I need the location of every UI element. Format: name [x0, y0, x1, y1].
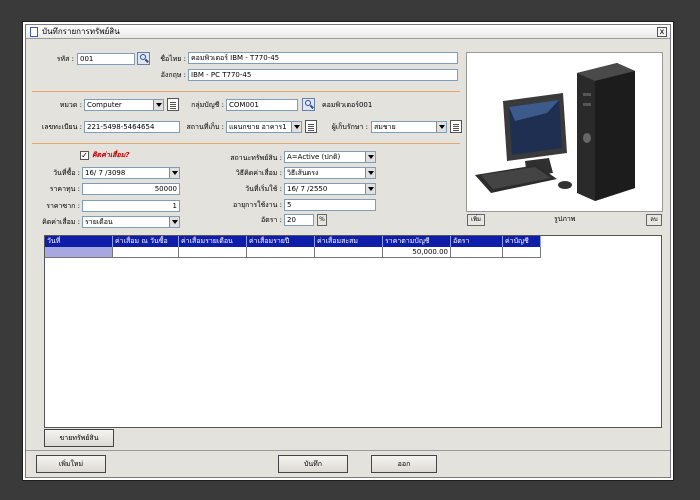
- rate-label: อัตรา :: [260, 216, 282, 224]
- status-value: A=Active (ปกติ): [287, 153, 341, 161]
- table-cell[interactable]: [179, 247, 247, 258]
- new-button[interactable]: เพิ่มใหม่: [36, 455, 106, 473]
- chevron-down-icon: [365, 168, 375, 178]
- chevron-down-icon: [153, 100, 163, 110]
- serial-field[interactable]: 221-5498-5464654: [84, 121, 180, 133]
- serial-label: เลขทะเบียน :: [41, 123, 82, 131]
- chevron-down-icon: [169, 217, 179, 227]
- salvage-label: ราคาซาก :: [46, 202, 80, 210]
- footer-divider: [26, 450, 670, 451]
- account-group-label: กลุ่มบัญชี :: [191, 101, 224, 109]
- table-cell[interactable]: 50,000.00: [383, 247, 451, 258]
- life-field[interactable]: 5: [284, 199, 376, 211]
- custodian-label: ผู้เก็บรักษา :: [331, 123, 368, 131]
- table-cell[interactable]: [503, 247, 541, 258]
- name-th-field[interactable]: คอมพิวเตอร์ IBM - T770-45: [188, 52, 458, 64]
- save-button[interactable]: บันทึก: [278, 455, 348, 473]
- table-header: วันที่ ค่าเสื่อม ณ วันซื้อ ค่าเสื่อมรายเ…: [45, 236, 661, 247]
- section-separator: [32, 91, 460, 92]
- window-title: บันทึกรายการทรัพย์สิน: [42, 27, 120, 36]
- status-select[interactable]: A=Active (ปกติ): [284, 151, 376, 163]
- location-label: สถานที่เก็บ :: [186, 123, 225, 131]
- calc-depreciation-checkbox[interactable]: ✓: [80, 151, 89, 160]
- column-header: ราคาตามบัญชี: [383, 236, 451, 247]
- column-header: อัตรา: [451, 236, 503, 247]
- method-label: วิธีคิดค่าเสื่อม :: [235, 169, 282, 177]
- account-group-search-button[interactable]: [302, 98, 315, 111]
- form-icon: [30, 27, 38, 37]
- title-bar: บันทึกรายการทรัพย์สิน x: [26, 25, 670, 39]
- table-cell[interactable]: [113, 247, 179, 258]
- exit-button[interactable]: ออก: [371, 455, 437, 473]
- period-value: รายเดือน: [85, 218, 113, 226]
- chevron-down-icon: [365, 184, 375, 194]
- asset-photo: [466, 52, 663, 212]
- close-button[interactable]: x: [657, 27, 667, 37]
- code-search-button[interactable]: [137, 52, 150, 65]
- depreciation-table[interactable]: วันที่ ค่าเสื่อม ณ วันซื้อ ค่าเสื่อมรายเ…: [44, 235, 662, 428]
- purchase-date-picker[interactable]: 16/ 7 /3098: [82, 167, 180, 179]
- custodian-select[interactable]: สมชาย: [371, 121, 447, 133]
- calc-depreciation-label: คิดค่าเสื่อม?: [92, 151, 130, 159]
- add-photo-button[interactable]: เพิ่ม: [467, 214, 485, 226]
- category-label: หมวด :: [59, 101, 82, 109]
- table-cell[interactable]: [315, 247, 383, 258]
- chevron-down-icon: [365, 152, 375, 162]
- cost-label: ราคาทุน :: [49, 185, 80, 193]
- name-en-field[interactable]: IBM - PC T770-45: [188, 69, 458, 81]
- desktop-computer-icon: [467, 53, 662, 211]
- chevron-down-icon: [436, 122, 446, 132]
- table-cell[interactable]: [45, 247, 113, 258]
- column-header: ค่าเสื่อมรายปี: [247, 236, 315, 247]
- location-value: แผนกขาย อาคาร1: [229, 123, 287, 131]
- category-value: Computer: [87, 101, 122, 109]
- method-value: วิธีเส้นตรง: [287, 169, 319, 177]
- column-header: ค่าเสื่อมรายเดือน: [179, 236, 247, 247]
- start-date-label: วันที่เริ่มใช้ :: [245, 185, 282, 193]
- start-date-value: 16/ 7 /2550: [287, 185, 328, 193]
- delete-photo-button[interactable]: ลบ: [646, 214, 662, 226]
- table-cell[interactable]: [451, 247, 503, 258]
- account-group-name: คอมพิวเตอร์001: [322, 101, 373, 109]
- column-header: ค่าเสื่อม ณ วันซื้อ: [113, 236, 179, 247]
- period-select[interactable]: รายเดือน: [82, 216, 180, 228]
- code-label: รหัส :: [56, 55, 74, 63]
- location-select[interactable]: แผนกขาย อาคาร1: [226, 121, 302, 133]
- life-label: อายุการใช้งาน :: [232, 201, 282, 209]
- location-lookup-button[interactable]: [305, 120, 317, 133]
- custodian-lookup-button[interactable]: [450, 120, 462, 133]
- account-group-field[interactable]: COM001: [226, 99, 298, 111]
- method-select[interactable]: วิธีเส้นตรง: [284, 167, 376, 179]
- chevron-down-icon: [291, 122, 301, 132]
- purchase-date-value: 16/ 7 /3098: [85, 169, 126, 177]
- name-th-label: ชื่อไทย :: [160, 55, 186, 63]
- photo-caption: รูปภาพ: [554, 215, 576, 223]
- rate-field[interactable]: 20: [284, 214, 314, 226]
- status-label: สถานะทรัพย์สิน :: [230, 154, 282, 162]
- rate-unit: %: [317, 214, 327, 226]
- code-field[interactable]: 001: [77, 53, 135, 65]
- column-header: ค่าเสื่อมสะสม: [315, 236, 383, 247]
- category-select[interactable]: Computer: [84, 99, 164, 111]
- name-en-label: อังกฤษ :: [160, 71, 186, 79]
- cost-field[interactable]: 50000: [82, 183, 180, 195]
- column-header: วันที่: [45, 236, 113, 247]
- sell-asset-button[interactable]: ขายทรัพย์สิน: [44, 429, 114, 447]
- salvage-field[interactable]: 1: [82, 200, 180, 212]
- section-separator: [32, 143, 460, 144]
- asset-entry-window: บันทึกรายการทรัพย์สิน x รหัส : 001 ชื่อไ…: [25, 24, 671, 478]
- column-header: ค่าบัญชี: [503, 236, 541, 247]
- period-label: คิดค่าเสื่อม :: [42, 218, 80, 226]
- start-date-picker[interactable]: 16/ 7 /2550: [284, 183, 376, 195]
- purchase-date-label: วันที่ซื้อ :: [53, 169, 80, 177]
- table-cell[interactable]: [247, 247, 315, 258]
- custodian-value: สมชาย: [374, 123, 396, 131]
- chevron-down-icon: [169, 168, 179, 178]
